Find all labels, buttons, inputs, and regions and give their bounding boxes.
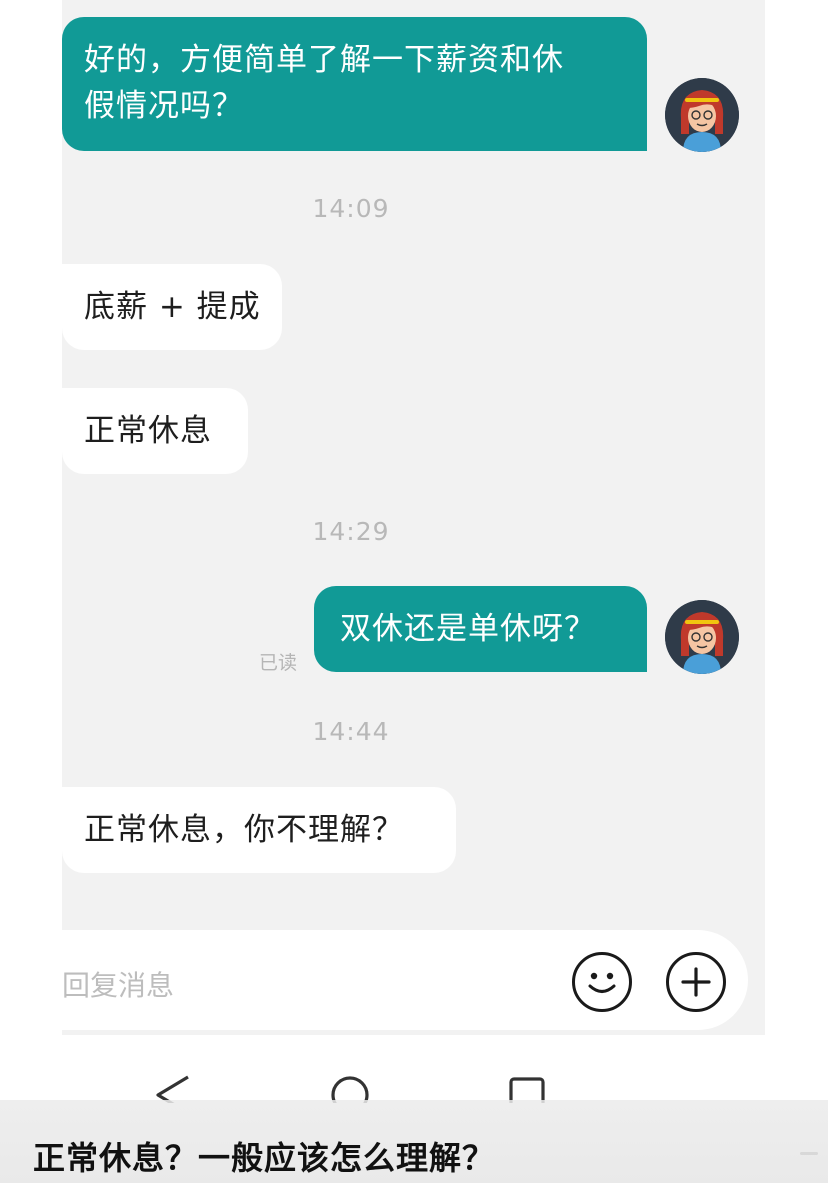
timestamp: 14:29	[312, 517, 390, 546]
sent-message-bubble[interactable]: 双休还是单休呀？	[314, 586, 647, 672]
received-message-bubble[interactable]: 底薪 + 提成	[62, 264, 282, 350]
message-text-line: 假情况吗？	[84, 88, 244, 124]
message-text: 双休还是单休呀？	[340, 611, 596, 647]
message-text: 底薪 + 提成	[84, 289, 261, 325]
plus-circle-icon[interactable]	[666, 952, 726, 1012]
message-text: 正常休息	[84, 413, 212, 449]
message-text-line: 好的，方便简单了解一下薪资和休	[84, 42, 564, 78]
timestamp: 14:44	[312, 717, 390, 746]
video-caption: 正常休息？一般应该怎么理解？	[33, 1139, 496, 1177]
avatar-illustration-icon	[665, 78, 739, 152]
user-avatar[interactable]	[665, 78, 739, 152]
chat-message-list[interactable]: 好的，方便简单了解一下薪资和休 假情况吗？ 14:09 底薪 + 提成 正常休息…	[0, 0, 828, 912]
message-text: 正常休息，你不理解？	[84, 812, 404, 848]
sent-message-bubble[interactable]: 好的，方便简单了解一下薪资和休 假情况吗？	[62, 17, 647, 151]
smiley-icon[interactable]	[572, 952, 632, 1012]
read-receipt: 已读	[259, 652, 298, 674]
reply-input-placeholder[interactable]: 回复消息	[62, 964, 174, 1004]
received-message-bubble[interactable]: 正常休息，你不理解？	[62, 787, 456, 873]
avatar-illustration-icon	[665, 600, 739, 674]
received-message-bubble[interactable]: 正常休息	[62, 388, 248, 474]
timestamp: 14:09	[312, 194, 390, 223]
user-avatar[interactable]	[665, 600, 739, 674]
caption-decoration	[800, 1152, 818, 1155]
